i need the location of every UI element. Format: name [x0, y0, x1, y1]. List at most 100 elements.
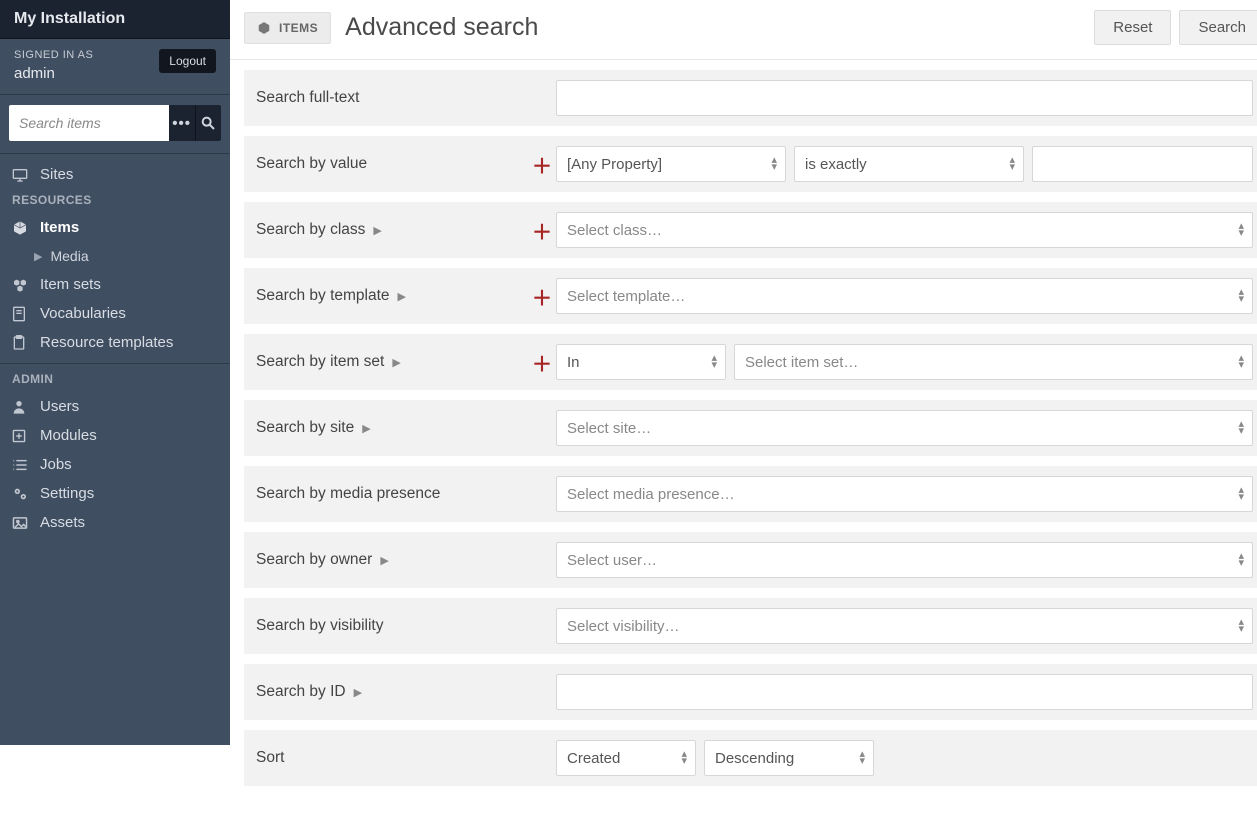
plus-square-icon [12, 429, 30, 443]
template-select[interactable]: Select template… ▴▾ [556, 278, 1253, 314]
cubes-icon [12, 277, 30, 293]
search-submit-button[interactable]: Search [1179, 10, 1257, 45]
sidebar-item-label: Item sets [40, 276, 101, 293]
sort-by-select[interactable]: Created ▴▾ [556, 740, 696, 776]
search-input[interactable] [9, 105, 169, 141]
breadcrumb-label: ITEMS [279, 21, 318, 35]
sort-arrows-icon: ▴▾ [1238, 289, 1244, 303]
field-media: Search by media presence Select media pr… [244, 466, 1257, 522]
sidebar-item-settings[interactable]: Settings [0, 479, 230, 508]
brand[interactable]: My Installation [0, 0, 230, 39]
field-label: Search by value [256, 155, 367, 173]
field-itemset: Search by item set ▶ ＋ In ▴▾ Select item… [244, 334, 1257, 390]
field-template: Search by template ▶ ＋ Select template… … [244, 268, 1257, 324]
page-title: Advanced search [345, 13, 538, 42]
sort-arrows-icon: ▴▾ [1009, 157, 1015, 171]
field-label: Search by class [256, 221, 365, 239]
sidebar-item-users[interactable]: Users [0, 392, 230, 421]
sidebar-item-media[interactable]: ▶ Media [0, 242, 230, 270]
value-property-select[interactable]: [Any Property] ▴▾ [556, 146, 786, 182]
sidebar-item-assets[interactable]: Assets [0, 508, 230, 537]
cube-icon [12, 220, 30, 236]
username[interactable]: admin [14, 65, 93, 82]
user-icon [12, 399, 30, 415]
field-sort: Sort Created ▴▾ Descending ▴▾ [244, 730, 1257, 786]
media-presence-select[interactable]: Select media presence… ▴▾ [556, 476, 1253, 512]
sidebar-item-jobs[interactable]: Jobs [0, 450, 230, 479]
signed-in-label: SIGNED IN AS [14, 49, 93, 61]
field-site: Search by site ▶ Select site… ▴▾ [244, 400, 1257, 456]
sidebar-item-vocabularies[interactable]: Vocabularies [0, 299, 230, 328]
visibility-select[interactable]: Select visibility… ▴▾ [556, 608, 1253, 644]
field-label: Search by template [256, 287, 390, 305]
caret-right-icon: ▶ [34, 250, 42, 263]
monitor-icon [12, 168, 30, 182]
sidebar-item-label: Vocabularies [40, 305, 126, 322]
sidebar-item-label: Resource templates [40, 334, 173, 351]
caret-right-icon: ▶ [392, 356, 400, 369]
field-visibility: Search by visibility Select visibility… … [244, 598, 1257, 654]
sidebar-item-label: Items [40, 219, 79, 236]
sidebar-item-label: Assets [40, 514, 85, 531]
itemset-select[interactable]: Select item set… ▴▾ [734, 344, 1253, 380]
sidebar-item-label: Media [50, 248, 88, 264]
image-icon [12, 516, 30, 530]
itemset-in-select[interactable]: In ▴▾ [556, 344, 726, 380]
cube-icon [257, 21, 271, 35]
sort-arrows-icon: ▴▾ [711, 355, 717, 369]
caret-right-icon: ▶ [354, 686, 362, 699]
breadcrumb-items[interactable]: ITEMS [244, 12, 331, 44]
sort-arrows-icon: ▴▾ [1238, 421, 1244, 435]
sort-dir-select[interactable]: Descending ▴▾ [704, 740, 874, 776]
field-label: Search by owner [256, 551, 372, 569]
sidebar-section-admin: ADMIN [0, 363, 230, 392]
plus-icon: ＋ [532, 150, 552, 179]
sidebar-item-label: Settings [40, 485, 94, 502]
sort-arrows-icon: ▴▾ [1238, 619, 1244, 633]
ellipsis-icon: ••• [172, 115, 191, 132]
field-fulltext: Search full-text [244, 70, 1257, 126]
sidebar-item-label: Jobs [40, 456, 72, 473]
search-button[interactable] [195, 105, 221, 141]
sidebar-item-sites[interactable]: Sites [0, 160, 230, 189]
field-value: Search by value ＋ [Any Property] ▴▾ is e… [244, 136, 1257, 192]
user-block: SIGNED IN AS admin Logout [0, 39, 230, 95]
sidebar-item-label: Sites [40, 166, 73, 183]
site-select[interactable]: Select site… ▴▾ [556, 410, 1253, 446]
reset-button[interactable]: Reset [1094, 10, 1171, 45]
add-class-button[interactable]: ＋ [530, 218, 554, 242]
field-label: Search by item set [256, 353, 384, 371]
value-text-input[interactable] [1032, 146, 1253, 182]
class-select[interactable]: Select class… ▴▾ [556, 212, 1253, 248]
list-icon [12, 458, 30, 472]
fulltext-input[interactable] [556, 80, 1253, 116]
sidebar-item-label: Modules [40, 427, 97, 444]
field-label: Search by ID [256, 683, 346, 701]
sort-arrows-icon: ▴▾ [1238, 553, 1244, 567]
add-itemset-button[interactable]: ＋ [530, 350, 554, 374]
logout-button[interactable]: Logout [159, 49, 216, 73]
add-value-button[interactable]: ＋ [530, 152, 554, 176]
sidebar-item-label: Users [40, 398, 79, 415]
id-input[interactable] [556, 674, 1253, 710]
clipboard-icon [12, 335, 30, 351]
owner-select[interactable]: Select user… ▴▾ [556, 542, 1253, 578]
plus-icon: ＋ [532, 348, 552, 377]
sort-arrows-icon: ▴▾ [1238, 355, 1244, 369]
field-label: Search by site [256, 419, 354, 437]
sort-arrows-icon: ▴▾ [771, 157, 777, 171]
field-class: Search by class ▶ ＋ Select class… ▴▾ [244, 202, 1257, 258]
sort-arrows-icon: ▴▾ [1238, 223, 1244, 237]
sidebar-item-templates[interactable]: Resource templates [0, 328, 230, 357]
advanced-search-button[interactable]: ••• [169, 105, 195, 141]
add-template-button[interactable]: ＋ [530, 284, 554, 308]
field-label: Search by media presence [256, 485, 556, 503]
field-label: Search by visibility [256, 617, 556, 635]
sidebar-item-modules[interactable]: Modules [0, 421, 230, 450]
value-type-select[interactable]: is exactly ▴▾ [794, 146, 1024, 182]
sidebar-item-items[interactable]: Items [0, 213, 230, 242]
caret-right-icon: ▶ [373, 224, 381, 237]
sort-arrows-icon: ▴▾ [859, 751, 865, 765]
caret-right-icon: ▶ [380, 554, 388, 567]
sidebar-item-itemsets[interactable]: Item sets [0, 270, 230, 299]
